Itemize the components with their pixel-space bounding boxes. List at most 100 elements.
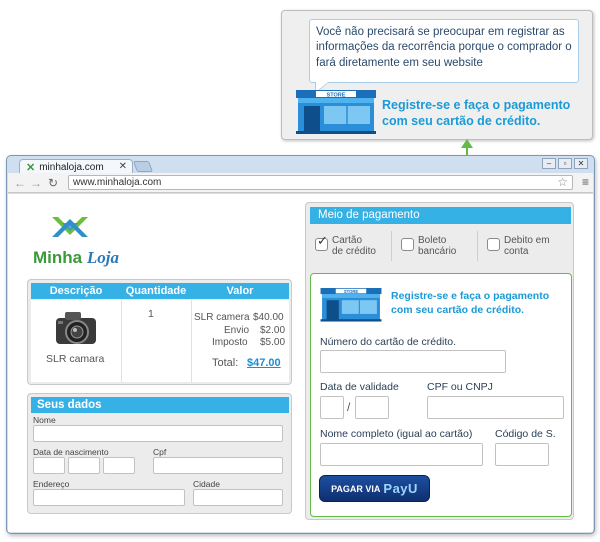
option-divider: [391, 231, 392, 261]
name-field[interactable]: [33, 425, 283, 442]
forward-arrow-icon[interactable]: →: [30, 176, 42, 190]
camera-icon: [56, 312, 96, 344]
security-code-label: Código de S.: [495, 428, 556, 440]
birth-day-field[interactable]: [33, 457, 65, 474]
full-name-field[interactable]: [320, 443, 483, 466]
option-label-line2: de crédito: [332, 246, 376, 257]
payment-panel: Meio de pagamento ✓ Cartão de crédito Bo…: [305, 202, 574, 520]
browser-tab[interactable]: ✕ minhaloja.com ✕: [19, 159, 133, 174]
order-summary-panel: Descrição Quantidade Valor SLR camara 1 …: [27, 279, 292, 385]
bookmark-star-icon[interactable]: ☆: [557, 175, 568, 189]
card-form-heading: Registre-se e faça o pagamento com seu c…: [391, 290, 550, 316]
close-tab-icon[interactable]: ✕: [119, 161, 127, 172]
speech-bubble: Você não precisará se preocupar em regis…: [309, 19, 579, 94]
option-label: Boleto bancário: [418, 235, 456, 257]
reload-icon[interactable]: ↻: [48, 176, 58, 190]
payu-logo: PayU: [383, 481, 418, 496]
option-boleto[interactable]: Boleto bancário: [401, 235, 456, 257]
card-number-label: Número do cartão de crédito.: [320, 336, 456, 348]
option-label-line1: Debito em: [504, 235, 550, 246]
option-label-line2: bancário: [418, 246, 457, 257]
payment-panel-title: Meio de pagamento: [310, 207, 571, 224]
option-divider: [477, 231, 478, 261]
logo-part-1: Minha: [33, 248, 83, 267]
birth-month-field[interactable]: [68, 457, 100, 474]
browser-toolbar: ← → ↻ www.minhaloja.com ☆ ≡: [8, 173, 593, 193]
checkbox-boleto[interactable]: [401, 238, 414, 251]
expiry-year-field[interactable]: [355, 396, 389, 419]
callout-action-text: Registre-se e faça o pagamento com seu c…: [382, 98, 571, 128]
birth-year-field[interactable]: [103, 457, 135, 474]
city-field[interactable]: [193, 489, 283, 506]
new-tab-button[interactable]: [132, 161, 154, 172]
full-name-label: Nome completo (igual ao cartão): [320, 428, 473, 440]
col-description: Descrição: [49, 285, 103, 297]
pay-button-label: PAGAR VIA: [331, 483, 381, 494]
option-label-line2: conta: [504, 246, 529, 257]
cpf-cnpj-label: CPF ou CNPJ: [427, 381, 493, 393]
callout-bubble-text: Você não precisará se preocupar em regis…: [316, 26, 572, 69]
up-arrow-icon: [461, 139, 473, 148]
back-arrow-icon[interactable]: ←: [14, 176, 26, 190]
name-label: Nome: [33, 415, 56, 425]
store-icon: STORE: [320, 288, 382, 322]
option-credit-card[interactable]: ✓ Cartão de crédito: [315, 233, 376, 257]
page-content: Minha Loja Descrição Quantidade Valor SL…: [8, 194, 593, 532]
tab-title: minhaloja.com: [39, 162, 104, 173]
checkbox-debit[interactable]: [487, 238, 500, 251]
col-quantity: Quantidade: [125, 285, 187, 297]
product-name: SLR camara: [46, 353, 105, 365]
info-callout: Você não precisará se preocupar em regis…: [281, 10, 593, 140]
minimize-button[interactable]: –: [542, 158, 556, 169]
close-window-button[interactable]: ✕: [574, 158, 588, 169]
logo-icon: [52, 217, 88, 237]
option-label: Debito em conta: [504, 235, 550, 257]
option-label: Cartão de crédito: [332, 235, 376, 257]
address-field[interactable]: [33, 489, 185, 506]
expiry-month-field[interactable]: [320, 396, 344, 419]
checkmark-icon: ✓: [317, 233, 328, 248]
line-value: $40.00: [253, 312, 284, 323]
line-value: $2.00: [260, 325, 286, 336]
product-quantity: 1: [148, 308, 154, 320]
birth-date-label: Data de nascimento: [33, 447, 109, 457]
option-debit[interactable]: Debito em conta: [487, 235, 550, 257]
total-label: Total:: [212, 357, 239, 369]
expiry-label: Data de validade: [320, 381, 399, 393]
option-label-line1: Boleto: [418, 235, 447, 246]
line-label: Envio: [224, 325, 250, 336]
expiry-separator: /: [347, 400, 351, 414]
url-text: www.minhaloja.com: [73, 177, 162, 188]
order-table-header: Descrição Quantidade Valor: [31, 283, 289, 299]
line-label: SLR camera: [194, 312, 250, 323]
cpf-field[interactable]: [153, 457, 283, 474]
column-divider: [191, 300, 192, 382]
maximize-button[interactable]: ▫: [558, 158, 572, 169]
col-value: Valor: [226, 285, 254, 297]
column-divider: [121, 300, 122, 382]
logo-part-2: Loja: [86, 248, 119, 267]
checkbox-credit-card[interactable]: ✓: [315, 233, 328, 251]
menu-icon[interactable]: ≡: [582, 175, 589, 189]
store-sign-text: STORE: [327, 92, 346, 98]
pay-with-payu-button[interactable]: PAGAR VIA PayU: [319, 475, 430, 502]
security-code-field[interactable]: [495, 443, 549, 466]
total-value[interactable]: $47.00: [247, 357, 281, 369]
window-controls: – ▫ ✕: [542, 158, 588, 169]
store-sign-text: STORE: [344, 289, 359, 294]
customer-data-panel: Seus dados Nome Data de nascimento Cpf E…: [27, 393, 292, 514]
customer-panel-title: Seus dados: [31, 397, 289, 413]
address-bar[interactable]: www.minhaloja.com ☆: [68, 175, 573, 190]
cpf-cnpj-field[interactable]: [427, 396, 564, 419]
option-label-line1: Cartão: [332, 235, 363, 246]
card-number-field[interactable]: [320, 350, 506, 373]
address-label: Endereço: [33, 479, 70, 489]
store-icon: STORE: [296, 90, 376, 134]
credit-card-form: STORE Registre-se e faça o pagamento com…: [310, 273, 572, 517]
cpf-label: Cpf: [153, 447, 167, 457]
line-value: $5.00: [260, 337, 286, 348]
store-logo-text: Minha Loja: [33, 248, 119, 268]
line-label: Imposto: [212, 337, 248, 348]
browser-window: ✕ minhaloja.com ✕ – ▫ ✕ ← → ↻ www.minhal…: [6, 155, 595, 534]
order-table-body: SLR camara 1 SLR camera $40.00 Envio $2.…: [31, 300, 289, 382]
